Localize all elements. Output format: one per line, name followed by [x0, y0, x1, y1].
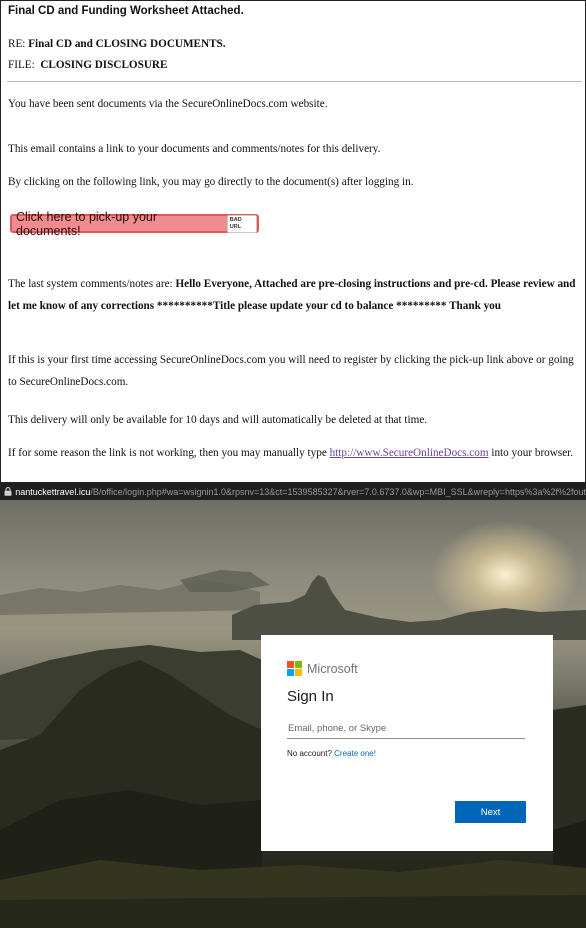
- microsoft-logo: Microsoft: [287, 661, 358, 676]
- email-panel: Final CD and Funding Worksheet Attached.…: [0, 0, 586, 483]
- delivery-expiry-notice: This delivery will only be available for…: [8, 414, 428, 426]
- file-label: FILE:: [8, 59, 35, 71]
- manual-link[interactable]: http://www.SecureOnlineDocs.com: [330, 447, 489, 459]
- email-phone-skype-input[interactable]: [287, 719, 525, 739]
- next-button[interactable]: Next: [455, 801, 526, 823]
- re-label: RE:: [8, 38, 26, 50]
- first-time-notice: If this is your first time accessing Sec…: [8, 354, 574, 388]
- system-comments: The last system comments/notes are: Hell…: [8, 273, 580, 317]
- sign-in-card: Microsoft Sign In No account? Create one…: [261, 635, 553, 851]
- manual-suffix: into your browser.: [491, 447, 574, 459]
- bad-url-badge: BAD URL: [226, 214, 257, 233]
- phishing-login-page: Microsoft Sign In No account? Create one…: [0, 500, 586, 928]
- logo-yellow-square: [295, 669, 302, 676]
- login-notice: By clicking on the following link, you m…: [8, 176, 414, 188]
- logo-blue-square: [287, 669, 294, 676]
- re-line: RE: Final CD and CLOSING DOCUMENTS.: [8, 38, 226, 50]
- microsoft-logo-icon: [287, 661, 302, 676]
- file-value: CLOSING DISCLOSURE: [40, 59, 168, 71]
- browser-url-bar[interactable]: nantuckettravel.icu /B/office/login.php#…: [0, 483, 586, 500]
- email-subject: Final CD and Funding Worksheet Attached.: [8, 5, 244, 17]
- manual-prefix: If for some reason the link is not worki…: [8, 447, 327, 459]
- manual-link-notice: If for some reason the link is not worki…: [8, 442, 580, 464]
- lock-icon: [0, 487, 15, 496]
- no-account-text: No account?: [287, 749, 332, 758]
- pickup-documents-button[interactable]: Click here to pick-up your documents! BA…: [10, 210, 259, 238]
- re-value: Final CD and CLOSING DOCUMENTS.: [28, 38, 226, 50]
- url-domain: nantuckettravel.icu: [15, 486, 91, 497]
- create-account-link[interactable]: Create one!: [334, 749, 376, 758]
- url-path: /B/office/login.php#wa=wsignin1.0&rpsnv=…: [90, 486, 586, 497]
- logo-red-square: [287, 661, 294, 668]
- sent-notice: You have been sent documents via the Sec…: [8, 98, 328, 110]
- file-line: FILE: CLOSING DISCLOSURE: [8, 59, 167, 71]
- brand-name: Microsoft: [307, 661, 358, 676]
- logo-green-square: [295, 661, 302, 668]
- comments-prefix: The last system comments/notes are:: [8, 278, 173, 290]
- divider: [7, 81, 582, 82]
- sign-in-title: Sign In: [287, 688, 334, 705]
- pickup-button-label: Click here to pick-up your documents!: [16, 209, 158, 238]
- link-notice: This email contains a link to your docum…: [8, 143, 381, 155]
- no-account-line: No account? Create one!: [287, 749, 376, 758]
